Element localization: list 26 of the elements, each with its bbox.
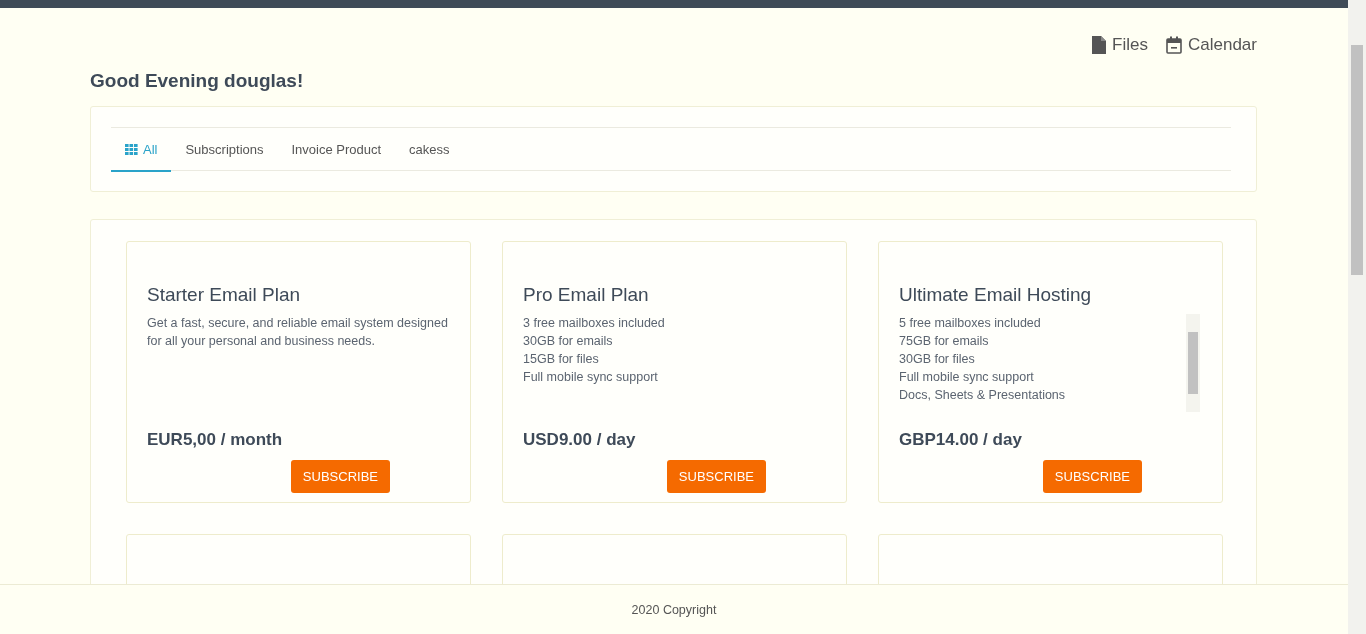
category-tab[interactable]: Invoice Product [277,128,396,172]
plan-price: EUR5,00 / month [147,430,284,450]
category-tab[interactable]: Subscriptions [171,128,278,172]
feature-item: Docs, Sheets & Presentations [899,387,1066,404]
feature-item: 30GB for files [899,351,976,368]
greeting-heading: Good Evening douglas! [90,70,305,93]
plan-price: USD9.00 / day [523,430,637,450]
calendar-icon [1166,36,1182,54]
copyright-text: 2020 Copyright [631,602,717,617]
plan-title: Ultimate Email Hosting [899,284,1093,306]
calendar-link[interactable]: Calendar [1166,32,1257,58]
plan-title: Starter Email Plan [147,284,302,306]
feature-item: 15GB for files [523,351,600,368]
feature-item: 5 free mailboxes included [899,315,1042,332]
feature-item: 30GB for emails [523,333,614,350]
category-tab[interactable]: cakess [395,128,464,172]
plan-title: Pro Email Plan [523,284,650,306]
file-icon [1092,36,1107,54]
feature-item: 75GB for emails [899,333,990,350]
plan-description: Get a fast, secure, and reliable email system designed for all your personal and business needs. [147,315,449,350]
files-link[interactable]: Files [1092,32,1148,58]
feature-item: 3 free mailboxes included [523,315,665,332]
feature-item: Full mobile sync support [523,369,659,386]
feature-item: Full mobile sync support [899,369,1035,386]
plan-price: GBP14.00 / day [899,430,1023,450]
list-scrollbar[interactable] [1186,314,1200,412]
